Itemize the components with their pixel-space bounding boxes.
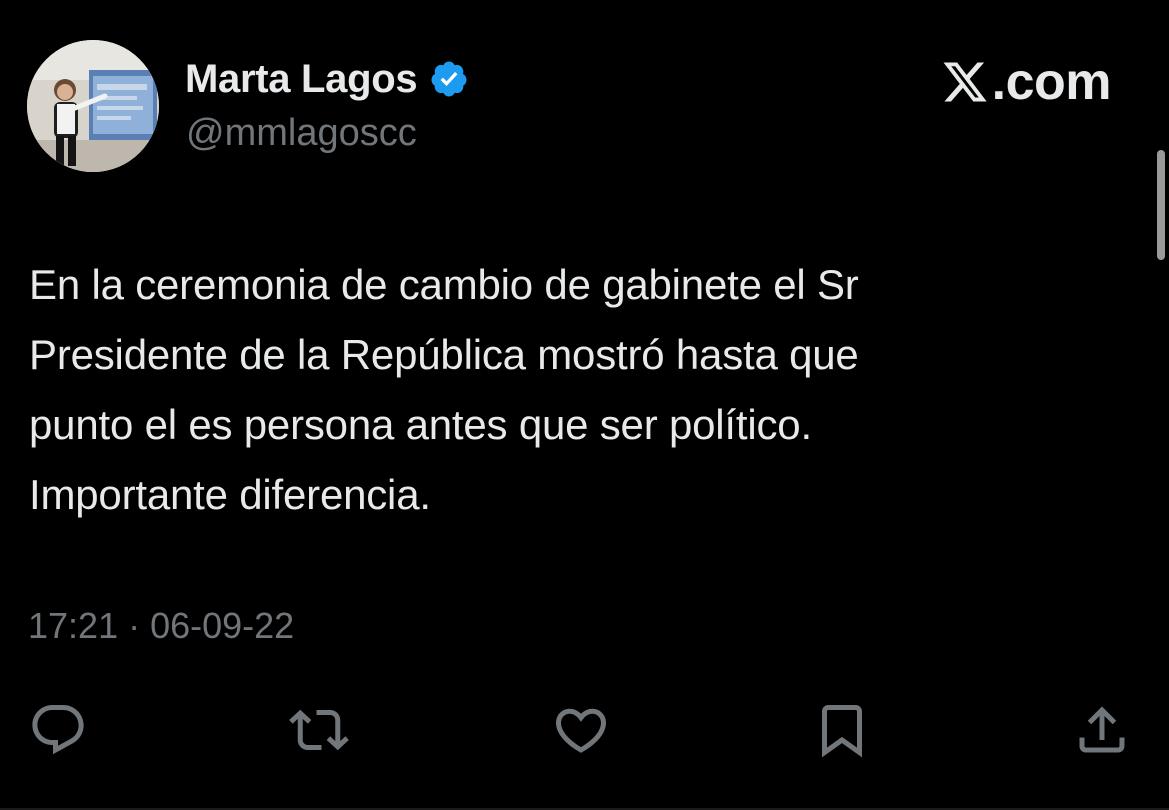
speech-bubble-icon	[32, 705, 84, 755]
x-logo-icon	[940, 58, 990, 106]
author-name-row: Marta Lagos	[185, 56, 469, 102]
tweet-card: Marta Lagos @mmlagoscc .com En la ceremo…	[0, 0, 1169, 810]
display-name[interactable]: Marta Lagos	[185, 57, 418, 102]
avatar[interactable]	[27, 40, 159, 172]
avatar-photo	[27, 40, 159, 172]
bookmark-icon	[822, 705, 862, 758]
share-button[interactable]	[1072, 700, 1132, 760]
scrollbar-thumb[interactable]	[1157, 150, 1165, 260]
brand-watermark: .com	[940, 52, 1112, 112]
brand-text: .com	[991, 53, 1112, 111]
bookmark-button[interactable]	[812, 700, 872, 760]
reply-button[interactable]	[28, 700, 88, 760]
share-upload-icon	[1079, 706, 1125, 753]
tweet-text: En la ceremonia de cambio de gabinete el…	[29, 261, 859, 518]
author-handle[interactable]: @mmlagoscc	[186, 112, 417, 155]
like-button[interactable]	[551, 700, 611, 760]
retweet-button[interactable]	[289, 700, 349, 760]
tweet-timestamp[interactable]: 17:21 · 06-09-22	[28, 605, 294, 647]
heart-icon	[555, 708, 607, 753]
verified-badge-icon	[429, 59, 469, 99]
retweet-arrows-icon	[289, 709, 349, 751]
